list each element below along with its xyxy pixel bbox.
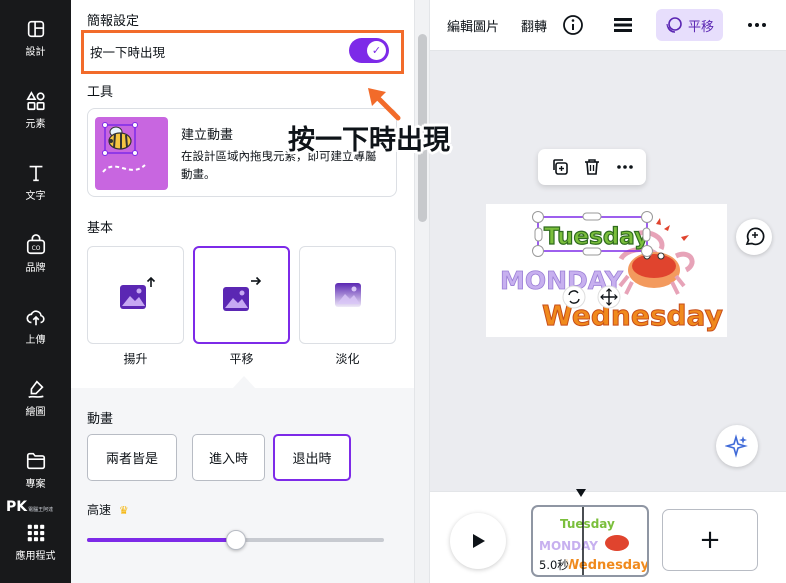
svg-text:CO: CO [31,245,40,252]
trash-icon[interactable] [582,157,602,177]
apps-grid-icon [27,524,44,542]
page-thumbnail[interactable]: Tuesday MONDAY Wednesday 5.0秒 [531,505,649,577]
watermark-logo: PK電腦王阿達 [6,499,54,515]
basic-title: 基本 [87,221,114,236]
create-animation-name: 建立動畫 [181,128,234,143]
rail-item-upload[interactable]: 上傳 [0,306,71,346]
speed-slider[interactable] [87,530,384,550]
rail-item-text[interactable]: 文字 [0,162,71,202]
comment-plus-icon [745,227,765,246]
appear-on-click-toggle[interactable]: ✓ [349,38,389,63]
animation-grid: 揚升 平移 淡化 [87,246,397,366]
rail-item-label: 上傳 [25,335,46,346]
magic-assistant-button[interactable] [716,425,758,467]
rail-item-design[interactable]: 設計 [0,18,71,58]
animate-label: 平移 [687,19,714,35]
page-duration: 5.0秒 [539,557,569,573]
brand-icon: CO [26,234,45,255]
appear-on-click-label: 按一下時出現 [90,45,166,60]
position-icon[interactable] [611,13,635,37]
animate-button[interactable]: 平移 [656,9,723,41]
draw-icon [27,380,44,399]
panel-scrollbar[interactable] [414,0,430,583]
left-rail: 設計 元素 文字 CO 品牌 上傳 繪圖 專案 應用程式 PK電腦王阿達 [0,0,71,583]
motion-enter-button[interactable]: 進入時 [192,434,265,481]
flip-button[interactable]: 翻轉 [521,16,547,35]
bee-animation-thumbnail [95,117,168,190]
animation-pan-card[interactable] [193,246,290,344]
speed-slider-fill [87,538,236,542]
design-page[interactable]: Tuesday MONDAY Wednesday [486,204,727,337]
animation-rise-card[interactable] [87,246,184,344]
image-pan-icon [222,276,261,311]
sparkle-icon [725,434,748,458]
text-icon [29,165,42,182]
folder-icon [26,452,45,470]
more-options-icon[interactable] [615,157,635,177]
animation-pan-label: 平移 [229,352,254,366]
rail-item-projects[interactable]: 專案 [0,450,71,490]
rail-item-label: 文字 [25,191,46,202]
image-fade-icon [334,283,361,307]
selection-caret [233,376,255,388]
motion-title: 動畫 [87,412,114,427]
rail-item-label: 繪圖 [25,407,46,418]
animation-icon [666,17,682,33]
edit-image-button[interactable]: 編輯圖片 [447,16,499,35]
check-icon: ✓ [367,41,386,60]
speed-label: 高速 ♛ [87,503,129,517]
rail-item-label: 應用程式 [15,551,56,562]
motion-both-button[interactable]: 兩者皆是 [87,434,177,481]
presentation-settings-title: 簡報設定 [87,14,140,29]
rail-item-apps[interactable]: 應用程式 [0,522,71,562]
play-button[interactable] [450,513,506,569]
motion-settings-section: 動畫 高速 ♛ [71,388,414,583]
animation-rise-label: 揚升 [123,352,148,366]
info-icon[interactable] [561,13,585,37]
play-icon [473,534,485,548]
animation-fade-label: 淡化 [335,352,360,366]
appear-on-click-row[interactable]: 按一下時出現 ✓ [81,30,404,74]
callout-text: 按一下時出現 [288,125,450,156]
element-floating-toolbar [538,149,646,185]
upload-cloud-icon [25,310,45,326]
shapes-icon [25,91,45,111]
tuesday-word[interactable]: Tuesday [543,223,649,250]
tuesday-word: Tuesday [560,517,615,531]
duplicate-icon[interactable] [550,157,570,177]
add-page-button[interactable]: + [662,509,758,571]
rail-item-label: 專案 [25,479,46,490]
rail-item-elements[interactable]: 元素 [0,90,71,130]
image-rise-icon [119,276,155,309]
rail-item-label: 設計 [25,47,46,58]
rail-item-brand[interactable]: CO 品牌 [0,234,71,274]
rail-item-label: 品牌 [25,263,46,274]
more-options-icon[interactable] [745,13,769,37]
canvas-workspace: 編輯圖片 翻轉 平移 Tuesday MONDAY Wednesday Tues… [430,0,786,583]
page-timeline: Tuesday MONDAY Wednesday 5.0秒 + [430,489,786,583]
rail-item-draw[interactable]: 繪圖 [0,378,71,418]
speed-slider-thumb[interactable] [226,530,246,550]
playhead-marker[interactable] [575,487,587,499]
layout-icon [27,20,44,38]
motion-exit-button[interactable]: 退出時 [273,434,351,481]
monday-word: MONDAY [539,539,598,553]
crown-icon: ♛ [118,504,129,517]
wednesday-word: Wednesday [565,558,649,573]
rail-item-label: 元素 [25,119,46,130]
animation-fade-card[interactable] [299,246,396,344]
add-comment-button[interactable] [736,219,772,255]
context-toolbar: 編輯圖片 翻轉 平移 [430,0,786,51]
tools-title: 工具 [87,85,114,100]
